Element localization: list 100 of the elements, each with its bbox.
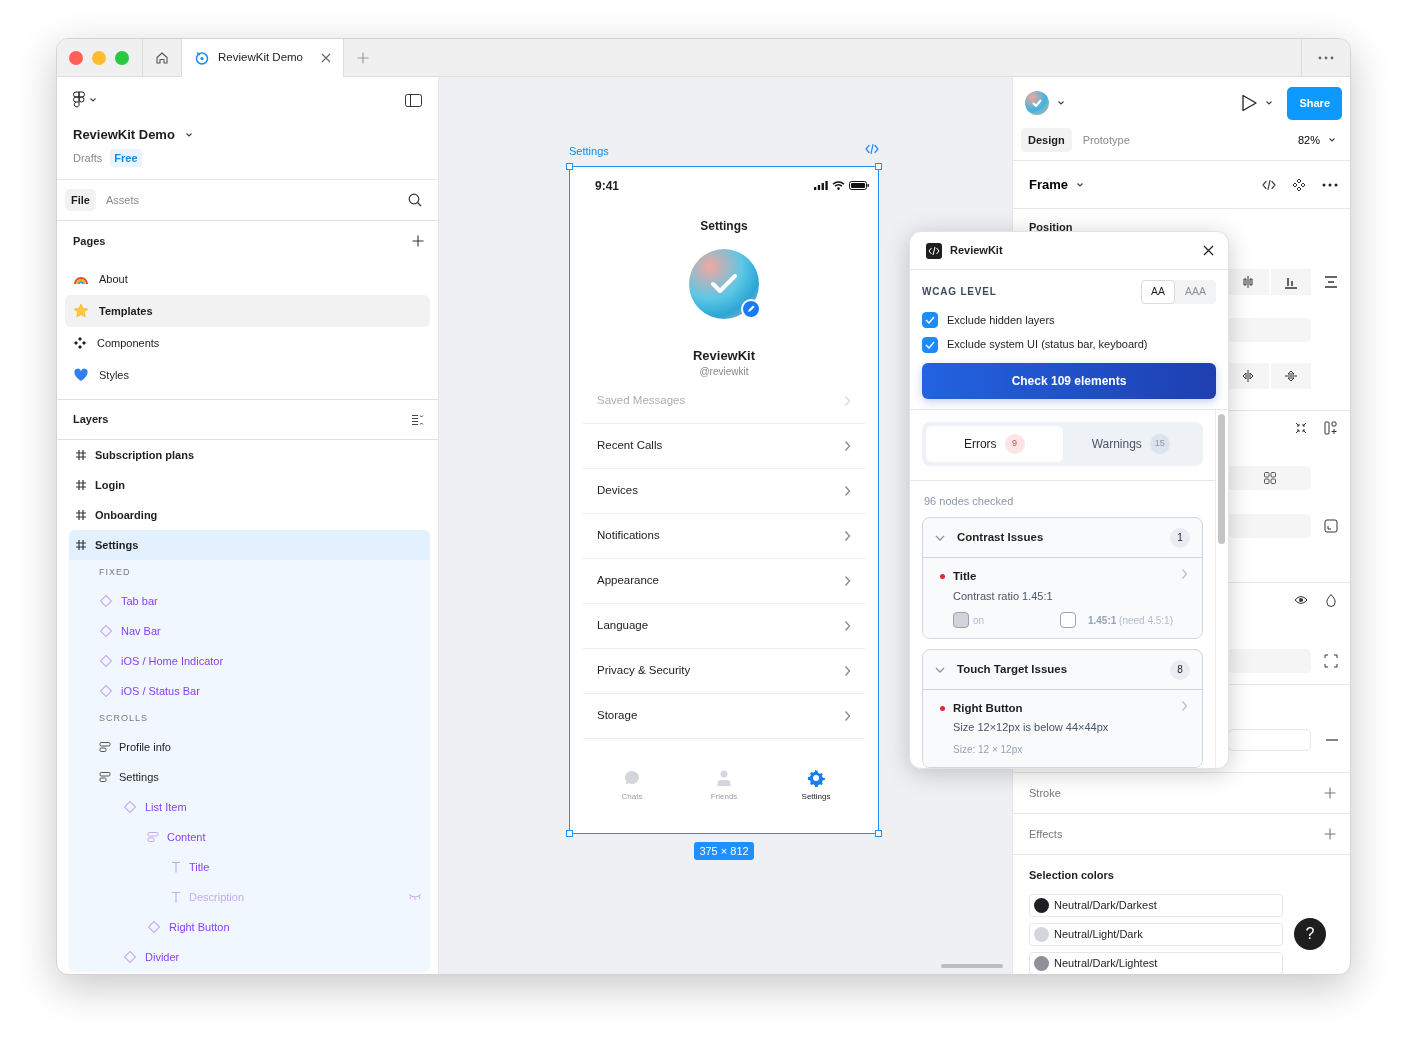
more-icon[interactable] (1322, 182, 1338, 187)
section-label: SCROLLS (98, 712, 150, 726)
document-tab[interactable]: ReviewKit Demo (182, 39, 344, 77)
layer-item[interactable]: Profile info (69, 732, 430, 762)
help-button[interactable]: ? (1294, 918, 1326, 950)
layer-item[interactable]: Tab bar (69, 586, 430, 616)
collapse-icon[interactable] (1294, 421, 1308, 435)
input-field[interactable] (1228, 514, 1311, 538)
main-menu-button[interactable] (73, 91, 97, 109)
settings-row[interactable]: Devices (583, 468, 865, 514)
search-icon[interactable] (408, 193, 422, 207)
layer-type-dropdown[interactable]: Frame (1029, 174, 1085, 195)
input-field[interactable] (1228, 649, 1311, 673)
panel-tab[interactable]: Prototype (1075, 127, 1137, 152)
clip-icon[interactable] (1324, 519, 1338, 533)
account-menu-button[interactable] (1025, 91, 1065, 116)
gear-icon (807, 768, 825, 787)
flip-horizontal-icon[interactable] (1241, 369, 1256, 383)
resize-handle[interactable] (566, 162, 573, 170)
check-button[interactable]: Check 109 elements (922, 362, 1216, 399)
check-icon (711, 273, 737, 294)
resize-handle[interactable] (566, 829, 573, 837)
settings-row[interactable]: Storage (583, 693, 865, 739)
zoom-dropdown[interactable]: 82% (1297, 131, 1336, 148)
settings-row[interactable]: Language (583, 603, 865, 649)
layer-item[interactable]: iOS / Status Bar (69, 676, 430, 706)
checkbox-label: Exclude system UI (status bar, keyboard) (947, 337, 1148, 353)
new-tab-icon[interactable] (357, 51, 369, 64)
distribute-icon[interactable] (1324, 275, 1338, 289)
drop-icon[interactable] (1324, 593, 1338, 607)
collapse-layers-icon[interactable] (411, 413, 424, 426)
layer-item[interactable]: Settings (69, 762, 430, 792)
chevron-down-icon (1328, 135, 1336, 144)
align-bottom-icon[interactable] (1283, 275, 1298, 289)
wifi-icon (832, 181, 845, 190)
layer-item[interactable]: Right Button (69, 912, 430, 942)
sidebar-tab[interactable]: File (65, 188, 96, 212)
page-item[interactable]: Components (65, 327, 430, 359)
section-title: Position (1029, 221, 1073, 233)
align-button[interactable] (1228, 269, 1269, 295)
component-icon[interactable] (1292, 177, 1306, 192)
chevron-right-icon (844, 664, 851, 677)
color-chip[interactable]: Neutral/Dark/Lightest (1029, 951, 1283, 974)
resize-handle[interactable] (875, 829, 882, 837)
close-window-button[interactable] (69, 50, 83, 65)
phone-frame[interactable]: 9:41 Settings ReviewKit @reviewkit Saved Messages Recent Calls Devices Notifications Appearance Language Privacy & Security Storage Chats Friends Settings (569, 165, 879, 834)
align-button[interactable] (1270, 269, 1311, 295)
layer-item[interactable]: Content (69, 822, 430, 852)
layer-item[interactable]: Onboarding (69, 500, 430, 530)
layer-item[interactable]: Divider (69, 942, 430, 972)
chevron-right-icon (844, 709, 851, 722)
expand-icon[interactable] (1324, 654, 1338, 668)
layer-item[interactable]: iOS / Home Indicator (69, 646, 430, 676)
flip-vertical-icon[interactable] (1283, 369, 1298, 383)
edit-avatar-button[interactable] (741, 298, 761, 319)
settings-row[interactable]: Notifications (583, 513, 865, 559)
maximize-button[interactable] (115, 50, 129, 65)
align-center-icon[interactable] (1241, 275, 1256, 289)
layer-item[interactable]: Nav Bar (69, 616, 430, 646)
page-item[interactable]: Styles (65, 359, 430, 391)
color-chip[interactable]: Neutral/Light/Dark (1029, 922, 1283, 946)
panel-tab[interactable]: Design (1021, 127, 1072, 152)
layer-item[interactable]: Subscription plans (69, 440, 430, 470)
add-layout-icon[interactable] (1324, 421, 1338, 435)
add-page-icon[interactable] (412, 235, 424, 247)
count-badge: 1 (1170, 527, 1190, 548)
layer-item[interactable]: Settings (69, 530, 430, 560)
result-tab[interactable]: Warnings 15 (1062, 425, 1199, 462)
stack-icon (147, 831, 159, 843)
components-icon (73, 336, 87, 350)
battery-icon (849, 181, 869, 190)
location-text: Drafts (73, 150, 103, 166)
settings-row[interactable]: Privacy & Security (583, 648, 865, 694)
result-tab[interactable]: Errors 9 (926, 425, 1063, 462)
nav-tab[interactable]: Settings (781, 767, 851, 804)
layer-item[interactable]: List Item (69, 792, 430, 822)
sidebar-toggle-icon[interactable] (405, 93, 422, 107)
resize-handle[interactable] (875, 162, 882, 170)
settings-row[interactable]: Appearance (583, 558, 865, 604)
play-icon[interactable] (1241, 94, 1258, 113)
checkbox[interactable] (922, 336, 938, 353)
sidebar-tab[interactable]: Assets (99, 188, 145, 212)
input-field[interactable] (1228, 466, 1311, 490)
close-icon[interactable] (1203, 245, 1214, 256)
add-icon[interactable] (1324, 828, 1336, 840)
layer-item[interactable]: Login (69, 470, 430, 500)
diamond-icon (99, 594, 113, 608)
input-field[interactable] (1228, 318, 1311, 342)
code-icon[interactable] (1262, 178, 1276, 191)
file-name-button[interactable]: ReviewKit Demo (73, 125, 193, 145)
settings-row[interactable]: Recent Calls (583, 423, 865, 469)
page-item[interactable]: Templates (65, 295, 430, 327)
eye-icon[interactable] (1294, 593, 1308, 607)
status-dot (940, 574, 945, 580)
page-item[interactable]: About (65, 263, 430, 295)
color-chip[interactable]: Neutral/Dark/Darkest (1029, 893, 1283, 917)
add-icon[interactable] (1324, 787, 1336, 799)
wcag-level-option[interactable]: AA (1140, 280, 1175, 304)
layer-item[interactable]: Title (69, 852, 430, 882)
checkbox[interactable] (922, 312, 938, 328)
